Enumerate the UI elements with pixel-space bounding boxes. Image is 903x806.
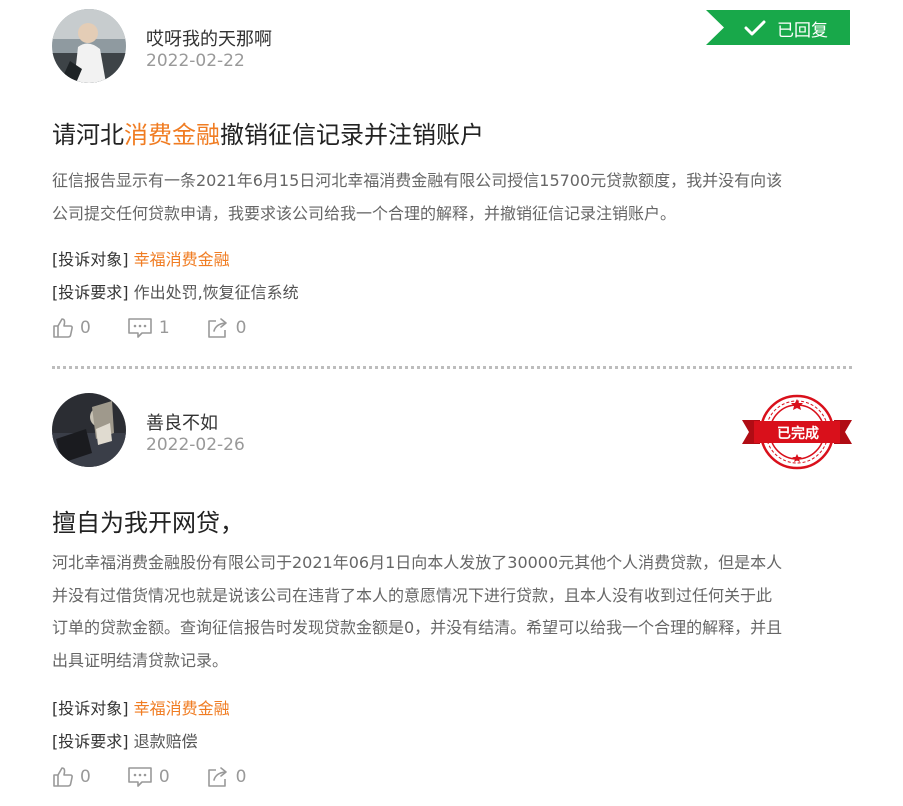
demand-value: 退款赔偿 bbox=[133, 732, 198, 751]
comment-button[interactable]: 0 bbox=[127, 766, 170, 788]
post-actions: 0 0 0 bbox=[52, 765, 282, 789]
target-link[interactable]: 幸福消费金融 bbox=[134, 699, 230, 718]
content-line: 并没有过借货情况也就是说该公司在违背了本人的意愿情况下进行贷款，且本人没有收到过… bbox=[52, 585, 773, 605]
demand-label: [投诉要求] bbox=[52, 732, 129, 751]
username[interactable]: 善良不如 bbox=[146, 409, 218, 435]
complaint-demand: [投诉要求] 退款赔偿 bbox=[52, 728, 198, 752]
content-line: 河北幸福消费金融股份有限公司于2021年06月1日向本人发放了30000元其他个… bbox=[52, 553, 783, 572]
complaint-target: [投诉对象] 幸福消费金融 bbox=[52, 695, 230, 719]
status-stamp-label: 已完成 bbox=[777, 426, 819, 442]
share-button[interactable]: 0 bbox=[206, 766, 247, 788]
content-line: 出具证明结清贷款记录。 bbox=[52, 650, 229, 670]
comment-count: 0 bbox=[158, 767, 170, 787]
post-date: 2022-02-26 bbox=[146, 435, 245, 455]
share-icon bbox=[207, 767, 227, 787]
comment-icon bbox=[128, 767, 152, 787]
post-title[interactable]: 擅自为我开网贷， bbox=[52, 503, 244, 538]
complaint-post-2: 善良不如 2022-02-26 已完成 擅自为我开网贷， 河北幸福消费金融股份有… bbox=[0, 0, 903, 806]
target-label: [投诉对象] bbox=[52, 699, 129, 718]
share-count: 0 bbox=[235, 767, 247, 787]
like-icon bbox=[53, 767, 73, 787]
like-button[interactable]: 0 bbox=[52, 766, 91, 788]
post-content: 河北幸福消费金融股份有限公司于2021年06月1日向本人发放了30000元其他个… bbox=[52, 547, 852, 677]
avatar[interactable] bbox=[52, 393, 126, 467]
like-count: 0 bbox=[80, 767, 91, 787]
content-line: 订单的贷款金额。查询征信报告时发现贷款金额是0，并没有结清。希望可以给我一个合理… bbox=[52, 618, 783, 637]
